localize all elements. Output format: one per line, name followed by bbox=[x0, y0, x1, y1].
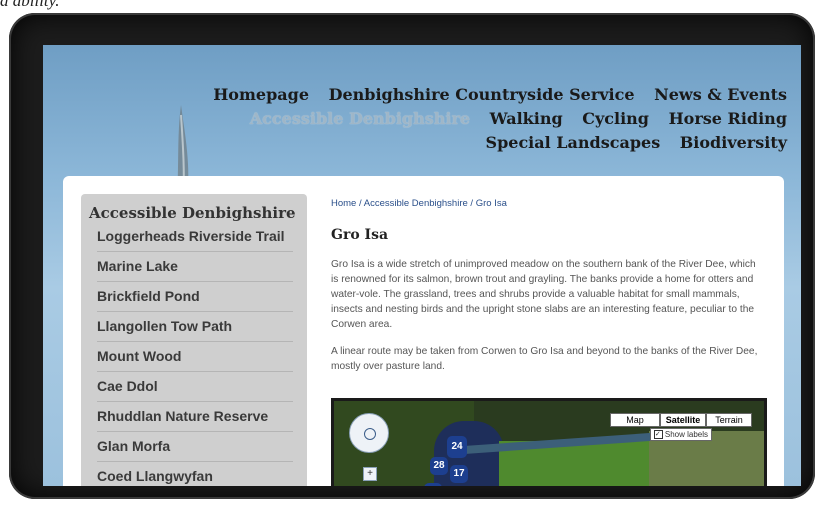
webpage-screen: Homepage Denbighshire Countryside Servic… bbox=[43, 45, 801, 486]
sidebar-item-cae-ddol[interactable]: Cae Ddol bbox=[97, 372, 293, 402]
breadcrumb-section[interactable]: Accessible Denbighshire bbox=[364, 198, 468, 209]
show-labels-toggle[interactable]: ✓ Show labels bbox=[649, 428, 712, 442]
map-marker-17[interactable]: 17 bbox=[450, 465, 468, 483]
sidebar-item-mount-wood[interactable]: Mount Wood bbox=[97, 342, 293, 372]
description-paragraph-2: A linear route may be taken from Corwen … bbox=[331, 346, 758, 372]
nav-countryside-service[interactable]: Denbighshire Countryside Service bbox=[329, 85, 635, 104]
nav-homepage[interactable]: Homepage bbox=[213, 85, 309, 104]
nav-cycling[interactable]: Cycling bbox=[582, 109, 649, 128]
description-paragraph-1: Gro Isa is a wide stretch of unimproved … bbox=[331, 259, 756, 330]
nav-row-3: Special Landscapes Biodiversity bbox=[199, 131, 787, 155]
breadcrumb-separator: / bbox=[356, 198, 364, 209]
sidebar-item-marine-lake[interactable]: Marine Lake bbox=[97, 252, 293, 282]
map-type-map-button[interactable]: Map bbox=[610, 413, 660, 427]
map-marker-28[interactable]: 28 bbox=[430, 457, 448, 475]
breadcrumb-current: Gro Isa bbox=[475, 198, 507, 209]
sidebar-item-brickfield-pond[interactable]: Brickfield Pond bbox=[97, 282, 293, 312]
breadcrumb-home[interactable]: Home bbox=[331, 198, 356, 209]
map-marker-24[interactable]: 24 bbox=[447, 436, 467, 458]
map-type-terrain-button[interactable]: Terrain bbox=[706, 413, 752, 427]
nav-news-events[interactable]: News & Events bbox=[654, 85, 787, 104]
content-panel: Accessible Denbighshire Loggerheads Rive… bbox=[63, 176, 784, 486]
breadcrumb: Home / Accessible Denbighshire / Gro Isa bbox=[331, 198, 763, 209]
nav-horse-riding[interactable]: Horse Riding bbox=[669, 109, 787, 128]
sidebar: Accessible Denbighshire Loggerheads Rive… bbox=[81, 194, 307, 486]
nav-special-landscapes[interactable]: Special Landscapes bbox=[486, 133, 661, 152]
map-pan-control[interactable] bbox=[349, 413, 389, 453]
nav-walking[interactable]: Walking bbox=[490, 109, 563, 128]
pan-center-icon bbox=[364, 428, 376, 440]
main-content: Home / Accessible Denbighshire / Gro Isa… bbox=[331, 198, 763, 386]
sidebar-item-rhuddlan[interactable]: Rhuddlan Nature Reserve bbox=[97, 402, 293, 432]
tablet-bezel: Homepage Denbighshire Countryside Servic… bbox=[9, 13, 815, 499]
cropped-caption-text: d ability. bbox=[0, 0, 60, 10]
sidebar-item-llangollen-tow-path[interactable]: Llangollen Tow Path bbox=[97, 312, 293, 342]
show-labels-text: Show labels bbox=[664, 430, 708, 439]
map-zoom-in-button[interactable]: + bbox=[363, 467, 377, 481]
checkbox-icon: ✓ bbox=[653, 430, 663, 440]
breadcrumb-separator: / bbox=[467, 198, 476, 209]
nav-accessible-denbighshire[interactable]: Accessible Denbighshire bbox=[250, 109, 470, 128]
map-widget[interactable]: + 24 28 17 12 Map Satellite Terrain ✓Sho… bbox=[331, 398, 767, 486]
nav-row-2: Accessible Denbighshire Walking Cycling … bbox=[199, 107, 787, 131]
sidebar-item-coed-llangwyfan[interactable]: Coed Llangwyfan bbox=[97, 462, 293, 486]
main-navigation: Homepage Denbighshire Countryside Servic… bbox=[199, 83, 787, 155]
sidebar-list: Loggerheads Riverside Trail Marine Lake … bbox=[81, 222, 307, 486]
nav-biodiversity[interactable]: Biodiversity bbox=[680, 133, 787, 152]
sidebar-title: Accessible Denbighshire bbox=[89, 204, 296, 222]
sidebar-item-loggerheads[interactable]: Loggerheads Riverside Trail bbox=[97, 222, 293, 252]
map-marker-12[interactable]: 12 bbox=[424, 483, 442, 486]
map-type-satellite-button[interactable]: Satellite bbox=[660, 413, 706, 427]
page-title: Gro Isa bbox=[331, 227, 389, 243]
map-type-controls: Map Satellite Terrain bbox=[610, 413, 752, 427]
nav-row-1: Homepage Denbighshire Countryside Servic… bbox=[199, 83, 787, 107]
sidebar-item-glan-morfa[interactable]: Glan Morfa bbox=[97, 432, 293, 462]
